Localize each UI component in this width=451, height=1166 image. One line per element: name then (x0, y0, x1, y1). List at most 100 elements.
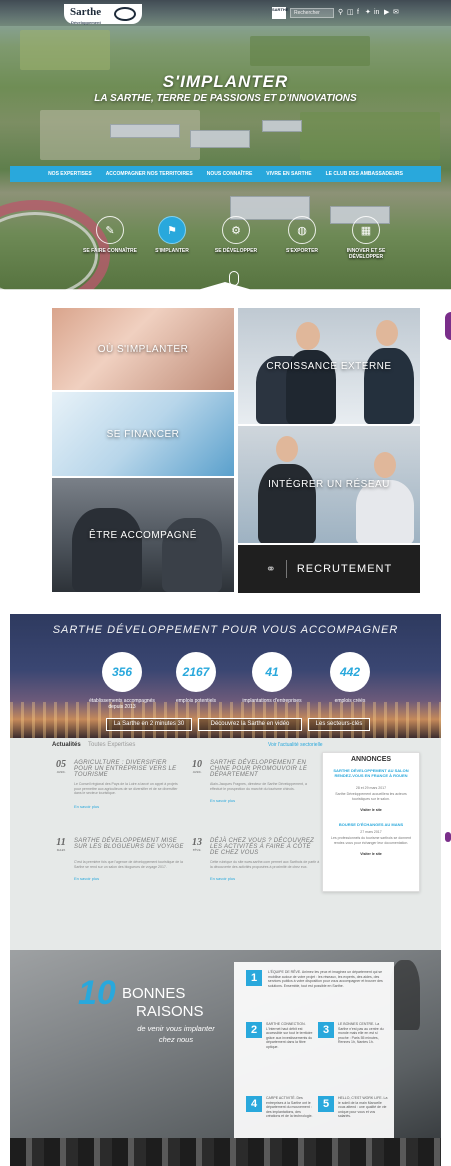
read-more-link[interactable]: En savoir plus (74, 876, 99, 881)
tile-integrer-reseau[interactable]: INTÉGRER UN RÉSEAU (238, 426, 420, 543)
person-head (374, 452, 396, 478)
tab-actualites[interactable]: Actualités (52, 742, 81, 748)
person-head (296, 322, 320, 350)
hero-icon-label: S'IMPLANTER (155, 248, 189, 254)
person-figure (72, 508, 142, 592)
announce-title[interactable]: BOURSE D'ÉCHANGES AU MANS (326, 822, 416, 827)
ten-subtitle: de venir vous implanter (137, 1024, 215, 1033)
facebook-icon[interactable]: f (357, 8, 359, 17)
mail-icon[interactable]: ✉ (393, 8, 399, 17)
hero-field (20, 30, 110, 70)
news-title[interactable]: AGRICULTURE : DIVERSIFIER POUR UN ENTREP… (74, 760, 184, 778)
logo-subtitle: Développement (71, 20, 101, 25)
video-button[interactable]: La Sarthe en 2 minutes 30 (106, 718, 192, 731)
tile-label: RECRUTEMENT (296, 563, 393, 575)
stat-circle: 356 (102, 652, 142, 692)
reason-text: HELLO, C'EST WORK LIFE. La le soleil de … (338, 1096, 388, 1118)
stat-circle: 41 (252, 652, 292, 692)
prefecture-badge[interactable]: SARTHE (272, 7, 288, 19)
news-date: 11 MARS (56, 837, 66, 853)
read-more-link[interactable]: En savoir plus (74, 804, 99, 809)
reason-number[interactable]: 4 (246, 1096, 262, 1112)
hero-building (190, 130, 250, 148)
tab-expertises[interactable]: Toutes Expertises (88, 742, 135, 748)
hero-subtitle: LA SARTHE, TERRE DE PASSIONS ET D'INNOVA… (94, 93, 357, 104)
news-title[interactable]: DÉJÀ CHEZ VOUS ? DÉCOUVREZ LES ACTIVITÉS… (210, 838, 320, 856)
stat-label: emplois potentiels (175, 698, 217, 704)
announce-text: Les professionnels du tourisme sarthois … (331, 836, 411, 845)
handshake-icon: ⚭ (265, 562, 276, 576)
logo-ring-icon (114, 7, 136, 21)
stat-label: emplois créés (334, 698, 366, 704)
reason-number[interactable]: 2 (246, 1022, 262, 1038)
youtube-icon[interactable]: ▶ (384, 8, 389, 17)
gear-icon[interactable]: ⚙ (222, 216, 250, 244)
tile-etre-accompagne[interactable]: ÊTRE ACCOMPAGNÉ (52, 478, 234, 592)
twitter-icon[interactable]: ✦ (365, 8, 371, 17)
nav-item-club[interactable]: LE CLUB DES AMBASSADEURS (326, 171, 403, 177)
nav-item-territoires[interactable]: ACCOMPAGNER NOS TERRITOIRES (106, 171, 193, 177)
announce-link[interactable]: Visiter le site (326, 852, 416, 856)
see-all-link[interactable]: Voir l'actualité sectorielle (268, 742, 323, 748)
globe-icon[interactable]: ◍ (288, 216, 316, 244)
news-date: 13 FÉVR. (192, 837, 202, 853)
discover-video-button[interactable]: Découvrez la Sarthe en vidéo (198, 718, 302, 731)
hero-icon-label: S'EXPORTER (285, 248, 319, 254)
announce-title[interactable]: SARTHE DÉVELOPPEMENT AU SALON RENDEZ-VOU… (326, 768, 416, 778)
tile-label: CROISSANCE EXTERNE (266, 360, 392, 372)
location-pin-icon[interactable]: ⚑ (158, 216, 186, 244)
compass-icon[interactable]: ✎ (96, 216, 124, 244)
decorative-dot (445, 312, 451, 340)
reason-number[interactable]: 3 (318, 1022, 334, 1038)
decorative-dot (445, 832, 451, 842)
main-nav: NOS EXPERTISES ACCOMPAGNER NOS TERRITOIR… (10, 166, 441, 182)
stats-title: SARTHE DÉVELOPPEMENT POUR VOUS ACCOMPAGN… (52, 624, 399, 636)
search-icon[interactable]: ⚲ (338, 8, 343, 17)
person-figure (258, 464, 316, 543)
hero-field (300, 112, 440, 160)
reason-number[interactable]: 5 (318, 1096, 334, 1112)
stat-label: établissements accompagnés depuis 2013 (89, 698, 155, 710)
person-head (376, 320, 398, 346)
news-title[interactable]: SARTHE DÉVELOPPEMENT MISE SUR LES BLOGUE… (74, 838, 184, 850)
ten-number: 10 (78, 974, 116, 1012)
announce-text: Sarthe Développement accueillera les act… (335, 792, 407, 801)
hero-icon-label: INNOVER ET SE DÉVELOPPER (346, 248, 386, 260)
nav-item-expertises[interactable]: NOS EXPERTISES (48, 171, 92, 177)
ten-word-raisons: RAISONS (136, 1003, 204, 1020)
announce-link[interactable]: Visiter le site (326, 808, 416, 812)
ten-word-bonnes: BONNES (122, 985, 186, 1002)
read-more-link[interactable]: En savoir plus (210, 876, 235, 881)
tile-label: SE FINANCER (106, 428, 180, 440)
reason-text: LE BONNES CENTRE. La Sarthe n'est pas au… (338, 1022, 384, 1044)
hero-title: S'IMPLANTER (162, 72, 289, 91)
logo[interactable]: Sarthe Développement (64, 4, 142, 25)
reasons-panel (234, 962, 394, 1158)
news-title[interactable]: SARTHE DÉVELOPPEMENT EN CHINE POUR PROMO… (210, 760, 320, 778)
reason-text: CARPE ACTIVITÉ. Des entreprises à la Sar… (266, 1096, 313, 1118)
tile-ou-implanter[interactable]: OÙ S'IMPLANTER (52, 308, 234, 390)
news-text: Cette rubrique du site www.sarthe.com pe… (210, 860, 320, 869)
person-silhouette (390, 960, 420, 1030)
tile-se-financer[interactable]: SE FINANCER (52, 392, 234, 476)
search-input[interactable]: Rechercher (290, 8, 334, 18)
read-more-link[interactable]: En savoir plus (210, 798, 235, 803)
news-text: Alain-Jacques Fragnes, directeur de Sart… (210, 782, 307, 791)
nav-item-vivre[interactable]: VIVRE EN SARTHE (266, 171, 311, 177)
person-figure (364, 348, 414, 424)
linkedin-icon[interactable]: in (374, 8, 379, 17)
tile-label: INTÉGRER UN RÉSEAU (268, 479, 390, 490)
globe-icon[interactable]: ◫ (347, 8, 354, 17)
reason-number[interactable]: 1 (246, 970, 262, 986)
hero-icon-label: SE DÉVELOPPER (214, 248, 258, 254)
hero-building (110, 124, 180, 138)
tile-croissance-externe[interactable]: CROISSANCE EXTERNE (238, 308, 420, 424)
nav-item-connaitre[interactable]: NOUS CONNAÎTRE (207, 171, 253, 177)
building-icon[interactable]: ▦ (352, 216, 380, 244)
tile-label: ÊTRE ACCOMPAGNÉ (89, 529, 197, 541)
stat-label: implantations d'entreprises (242, 698, 302, 704)
reason-text: SARTHE CONNECTION. L'Internet haut débit… (266, 1022, 313, 1049)
announce-date: 28 et 29 mars 2017 (355, 786, 387, 790)
tile-recrutement[interactable]: ⚭ RECRUTEMENT (238, 545, 420, 593)
key-sectors-button[interactable]: Les secteurs-clés (308, 718, 370, 731)
